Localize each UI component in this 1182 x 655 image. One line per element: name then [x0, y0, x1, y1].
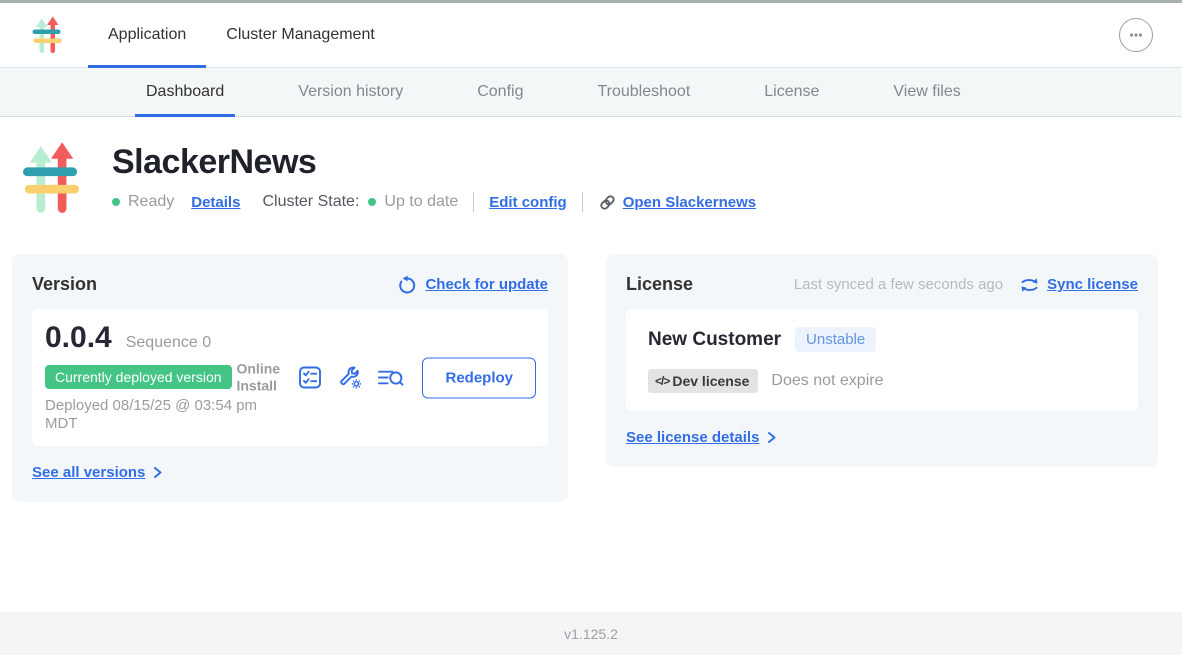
divider: [582, 192, 583, 212]
license-type-label: Dev license: [672, 373, 749, 389]
check-for-update-label: Check for update: [425, 276, 548, 293]
check-for-update-link[interactable]: Check for update: [397, 275, 548, 295]
preflight-checks-icon[interactable]: [297, 364, 324, 391]
code-icon: </>: [655, 374, 669, 388]
header-tab-application[interactable]: Application: [88, 3, 206, 67]
customer-name: New Customer: [648, 329, 781, 351]
dashboard-cards: Version Check for update 0.0.4 Sequence …: [12, 254, 1170, 502]
tab-label: Config: [477, 83, 523, 101]
last-synced-text: Last synced a few seconds ago: [794, 276, 1003, 293]
tab-license[interactable]: License: [753, 68, 830, 116]
sync-license-link[interactable]: Sync license: [1019, 276, 1138, 294]
license-expiry-text: Does not expire: [771, 372, 883, 390]
sync-icon: [1019, 276, 1040, 294]
tab-label: Version history: [298, 83, 403, 101]
tab-label: View files: [893, 83, 960, 101]
tab-label: Dashboard: [146, 83, 224, 101]
version-actions: Online Install: [236, 357, 536, 398]
license-type-badge: </> Dev license: [648, 369, 758, 393]
license-card: License Last synced a few seconds ago Sy…: [606, 254, 1158, 467]
open-app-link-label: Open Slackernews: [623, 194, 756, 211]
link-icon: [598, 193, 617, 212]
see-license-details-label: See license details: [626, 429, 759, 446]
sync-license-label: Sync license: [1047, 276, 1138, 293]
see-license-details-link[interactable]: See license details: [626, 429, 777, 446]
header-tab-label: Cluster Management: [226, 26, 375, 44]
tab-dashboard[interactable]: Dashboard: [135, 68, 235, 116]
open-app-link[interactable]: Open Slackernews: [598, 193, 756, 212]
app-heading: SlackerNews Ready Details Cluster State:…: [22, 140, 1182, 220]
app-status-row: Ready Details Cluster State: Up to date …: [112, 192, 756, 212]
page-title: SlackerNews: [112, 143, 756, 182]
tab-label: License: [764, 83, 819, 101]
console-version: v1.125.2: [564, 626, 618, 642]
redeploy-button[interactable]: Redeploy: [422, 357, 536, 398]
see-all-versions-link[interactable]: See all versions: [32, 464, 163, 481]
header-tab-cluster-management[interactable]: Cluster Management: [206, 3, 395, 67]
app-status-text: Ready: [128, 193, 174, 211]
status-details-link[interactable]: Details: [191, 194, 240, 211]
slackernews-logo-large-icon: [22, 140, 80, 220]
slackernews-logo-icon: [31, 16, 63, 56]
current-version-panel: 0.0.4 Sequence 0 Currently deployed vers…: [32, 309, 548, 446]
chevron-right-icon: [152, 466, 163, 479]
license-panel: New Customer Unstable </> Dev license Do…: [626, 309, 1138, 411]
see-all-versions-label: See all versions: [32, 464, 145, 481]
deployed-status-badge: Currently deployed version: [45, 365, 232, 389]
tab-view-files[interactable]: View files: [882, 68, 971, 116]
header-tab-label: Application: [108, 26, 186, 44]
cluster-state-label: Cluster State:: [262, 193, 359, 211]
version-number: 0.0.4: [45, 321, 112, 355]
tab-config[interactable]: Config: [466, 68, 534, 116]
app-subnav: Dashboard Version history Config Trouble…: [0, 68, 1182, 117]
license-card-title: License: [626, 274, 693, 295]
view-diff-icon[interactable]: [377, 364, 404, 391]
header-tabs: Application Cluster Management: [88, 3, 395, 67]
cluster-state-text: Up to date: [384, 193, 458, 211]
ellipsis-icon: [1127, 26, 1145, 44]
edit-config-icon[interactable]: [337, 364, 364, 391]
edit-config-link[interactable]: Edit config: [489, 194, 567, 211]
app-ready-status-dot: [112, 198, 120, 206]
app-header: Application Cluster Management: [0, 3, 1182, 68]
refresh-icon: [397, 275, 417, 295]
divider: [473, 192, 474, 212]
tab-version-history[interactable]: Version history: [287, 68, 414, 116]
install-type-label: Online Install: [236, 360, 284, 395]
cluster-state-dot: [368, 198, 376, 206]
version-card: Version Check for update 0.0.4 Sequence …: [12, 254, 568, 502]
deployed-timestamp: Deployed 08/15/25 @ 03:54 pm MDT: [45, 397, 285, 432]
version-card-title: Version: [32, 274, 97, 295]
tab-troubleshoot[interactable]: Troubleshoot: [586, 68, 701, 116]
console-footer: v1.125.2: [0, 612, 1182, 655]
tab-label: Troubleshoot: [597, 83, 690, 101]
overflow-menu-button[interactable]: [1119, 18, 1153, 52]
chevron-right-icon: [766, 431, 777, 444]
channel-badge: Unstable: [795, 327, 876, 352]
sequence-label: Sequence 0: [126, 334, 211, 352]
